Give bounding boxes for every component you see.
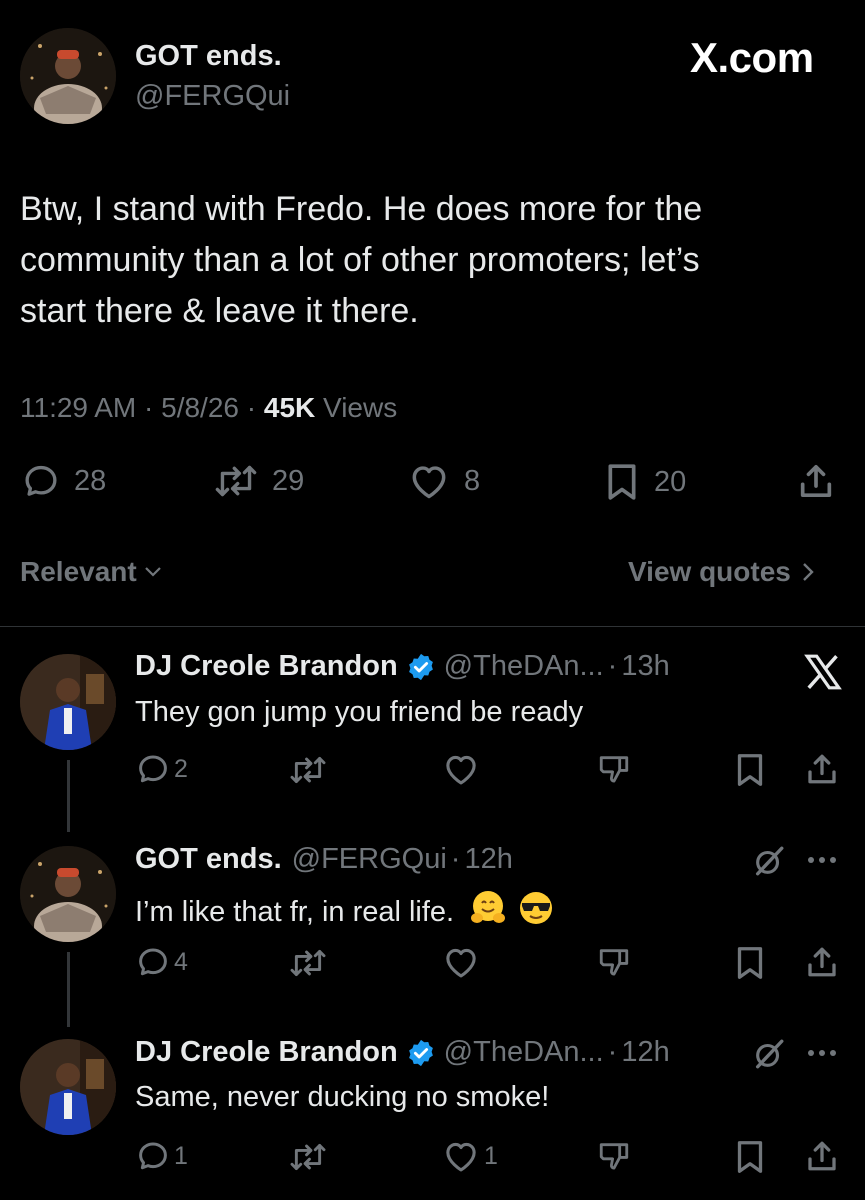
thread-line [67, 760, 70, 832]
site-watermark: X.com [690, 34, 814, 81]
reply-count: 1 [174, 1141, 188, 1170]
tweet-meta: 11:29 AM · 5/8/26 · 45K Views [20, 392, 397, 424]
reply-handle[interactable]: @FERGQui [292, 843, 447, 876]
views-count[interactable]: 45K [264, 392, 315, 423]
reply-count: 4 [174, 947, 188, 976]
reply-icon [136, 1139, 170, 1173]
reply-time[interactable]: 13h [621, 650, 669, 683]
chevron-down-icon [143, 565, 163, 579]
like-icon [442, 1139, 480, 1173]
reply-button[interactable]: 1 [136, 1139, 188, 1173]
bookmark-icon[interactable] [734, 945, 766, 981]
reply-avatar[interactable] [20, 654, 116, 750]
reply-header: DJ Creole Brandon @TheDAn... · 13h [135, 650, 670, 683]
share-icon[interactable] [796, 460, 836, 502]
reply-count: 2 [174, 754, 188, 783]
reply-header: DJ Creole Brandon @TheDAn... · 12h [135, 1036, 670, 1069]
bookmark-icon[interactable] [734, 1139, 766, 1175]
reply-handle[interactable]: @TheDAn... [444, 1036, 604, 1069]
like-count: 8 [464, 464, 481, 497]
reply-header: GOT ends. @FERGQui · 12h [135, 843, 513, 876]
reply-icon [22, 462, 60, 500]
bookmark-icon [604, 462, 640, 502]
author-handle[interactable]: @FERGQui [135, 80, 290, 113]
author-avatar[interactable] [20, 28, 116, 124]
reply-text: I’m like that fr, in real life. [135, 895, 455, 928]
sunglasses-face-emoji-icon [516, 888, 556, 936]
reply-handle[interactable]: @TheDAn... [444, 650, 604, 683]
repost-icon[interactable] [288, 947, 328, 979]
grok-icon[interactable] [752, 1037, 786, 1071]
reply-time[interactable]: 12h [621, 1036, 669, 1069]
bookmark-icon[interactable] [734, 752, 766, 788]
bookmark-button[interactable]: 20 [604, 462, 686, 502]
downvote-icon[interactable] [596, 1139, 632, 1173]
reply-button[interactable]: 28 [22, 462, 106, 500]
verified-badge-icon [406, 1038, 436, 1068]
reply-avatar[interactable] [20, 846, 116, 942]
thread-line [67, 952, 70, 1027]
verified-badge-icon [406, 652, 436, 682]
like-button[interactable] [442, 945, 484, 979]
like-button[interactable]: 8 [408, 462, 480, 500]
x-logo-icon [804, 654, 842, 690]
sort-label: Relevant [20, 556, 137, 587]
like-icon [408, 462, 450, 500]
like-count: 1 [484, 1141, 498, 1170]
author-display-name[interactable]: GOT ends. [135, 40, 282, 73]
repost-icon [214, 462, 258, 500]
repost-icon[interactable] [288, 1141, 328, 1173]
meta-separator: · [450, 843, 461, 875]
more-icon[interactable] [806, 855, 838, 865]
chevron-right-icon [801, 561, 815, 583]
share-icon[interactable] [804, 750, 840, 788]
reply-time[interactable]: 12h [464, 843, 512, 876]
more-icon[interactable] [806, 1048, 838, 1058]
bookmark-count: 20 [654, 465, 687, 498]
tweet-time[interactable]: 11:29 AM [20, 392, 136, 423]
reply-icon [136, 752, 170, 786]
reply-avatar[interactable] [20, 1039, 116, 1135]
reply-count: 28 [74, 464, 107, 497]
reply-button[interactable]: 4 [136, 945, 188, 979]
reply-text: They gon jump you friend be ready [135, 696, 584, 728]
tweet-text-line: community than a lot of other promoters;… [20, 241, 700, 279]
meta-separator: · [144, 392, 154, 423]
hugging-face-emoji-icon [468, 888, 508, 936]
repost-count: 29 [272, 464, 305, 497]
reply-text: Same, never ducking no smoke! [135, 1081, 550, 1113]
reply-icon [136, 945, 170, 979]
share-icon[interactable] [804, 943, 840, 981]
sort-dropdown[interactable]: Relevant [20, 556, 163, 588]
reply-display-name[interactable]: DJ Creole Brandon [135, 650, 398, 683]
like-button[interactable]: 1 [442, 1139, 498, 1173]
view-quotes-link[interactable]: View quotes [628, 556, 815, 588]
repost-icon[interactable] [288, 754, 328, 786]
views-label[interactable]: Views [323, 392, 397, 423]
reply-text-row: I’m like that fr, in real life. [135, 888, 556, 936]
like-icon [442, 945, 480, 979]
grok-icon[interactable] [752, 844, 786, 878]
reply-display-name[interactable]: GOT ends. [135, 843, 282, 876]
view-quotes-label: View quotes [628, 556, 791, 587]
share-icon[interactable] [804, 1137, 840, 1175]
like-button[interactable] [442, 752, 484, 786]
reply-display-name[interactable]: DJ Creole Brandon [135, 1036, 398, 1069]
meta-separator: · [246, 392, 257, 423]
downvote-icon[interactable] [596, 945, 632, 979]
meta-separator: · [607, 650, 618, 682]
repost-button[interactable]: 29 [214, 462, 304, 500]
tweet-text: Btw, I stand with Fredo. He does more fo… [20, 184, 702, 337]
like-icon [442, 752, 480, 786]
reply-button[interactable]: 2 [136, 752, 188, 786]
divider [0, 626, 865, 627]
meta-separator: · [607, 1036, 618, 1068]
tweet-text-line: Btw, I stand with Fredo. He does more fo… [20, 190, 703, 228]
tweet-text-line: start there & leave it there. [20, 292, 419, 330]
downvote-icon[interactable] [596, 752, 632, 786]
tweet-date[interactable]: 5/8/26 [161, 392, 239, 423]
